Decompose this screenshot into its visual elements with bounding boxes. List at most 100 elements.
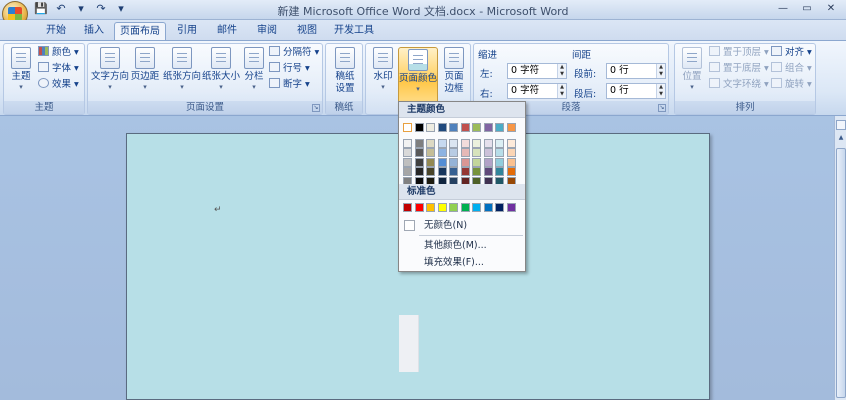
standard-color-swatch[interactable]: [414, 203, 424, 212]
tab-mailings[interactable]: 邮件: [210, 22, 244, 40]
theme-color-swatch[interactable]: [414, 138, 424, 148]
send-to-back-button[interactable]: 置于底层 ▾: [709, 62, 769, 76]
line-numbers-button[interactable]: 行号 ▾: [269, 62, 310, 76]
theme-color-swatch[interactable]: [506, 138, 516, 148]
indent-left-input[interactable]: 0 字符 ▲ ▼: [507, 63, 567, 79]
theme-color-swatch[interactable]: [483, 167, 493, 176]
theme-color-swatch[interactable]: [403, 138, 412, 148]
theme-fonts-button[interactable]: 字体 ▾: [38, 62, 79, 76]
tab-home[interactable]: 开始: [38, 22, 74, 40]
vertical-scrollbar[interactable]: ▲: [834, 116, 846, 400]
standard-color-swatch[interactable]: [403, 203, 412, 212]
themes-button[interactable]: 主题 ▾: [7, 47, 35, 91]
theme-color-swatch[interactable]: [449, 138, 458, 148]
page-color-button[interactable]: 页面颜色 ▾: [398, 47, 438, 105]
theme-color-swatch[interactable]: [483, 148, 493, 157]
theme-color-swatch[interactable]: [414, 123, 424, 132]
theme-color-swatch[interactable]: [483, 138, 493, 148]
theme-color-swatch[interactable]: [414, 167, 424, 176]
text-direction-button[interactable]: 文字方向 ▾: [90, 47, 130, 91]
theme-color-swatch[interactable]: [414, 157, 424, 167]
theme-color-swatch[interactable]: [472, 148, 481, 157]
tab-references[interactable]: 引用: [170, 22, 204, 40]
standard-color-swatch[interactable]: [506, 203, 516, 212]
theme-color-swatch[interactable]: [460, 123, 470, 132]
paragraph-launcher-icon[interactable]: ↘: [658, 104, 666, 112]
more-colors-item[interactable]: 其他颜色(M)...: [400, 237, 524, 254]
theme-color-swatch[interactable]: [414, 148, 424, 157]
theme-color-swatch[interactable]: [495, 138, 504, 148]
theme-color-swatch[interactable]: [495, 123, 504, 132]
spinner-arrows-icon[interactable]: ▲ ▼: [656, 64, 665, 78]
theme-color-swatch[interactable]: [460, 148, 470, 157]
paper-size-button[interactable]: 纸张大小 ▾: [201, 47, 241, 91]
standard-color-swatch[interactable]: [449, 203, 458, 212]
theme-color-swatch[interactable]: [449, 148, 458, 157]
theme-color-swatch[interactable]: [437, 157, 447, 167]
theme-color-swatch[interactable]: [426, 123, 435, 132]
theme-color-swatch[interactable]: [403, 167, 412, 176]
tab-review[interactable]: 审阅: [250, 22, 284, 40]
theme-color-swatch[interactable]: [460, 138, 470, 148]
theme-color-swatch[interactable]: [403, 123, 412, 132]
spacing-after-input[interactable]: 0 行 ▲ ▼: [606, 83, 666, 99]
theme-color-swatch[interactable]: [495, 148, 504, 157]
ruler-toggle-icon[interactable]: [836, 120, 846, 130]
orientation-button[interactable]: 纸张方向 ▾: [162, 47, 202, 91]
close-button[interactable]: ✕: [820, 1, 842, 17]
theme-color-swatch[interactable]: [460, 167, 470, 176]
watermark-button[interactable]: 水印 ▾: [370, 47, 396, 91]
theme-color-swatch[interactable]: [449, 157, 458, 167]
bring-to-front-button[interactable]: 置于顶层 ▾: [709, 46, 769, 60]
margins-button[interactable]: 页边距 ▾: [130, 47, 160, 91]
theme-color-swatch[interactable]: [483, 123, 493, 132]
maximize-button[interactable]: ▭: [796, 1, 818, 17]
page-borders-button[interactable]: 页面 边框: [440, 47, 468, 95]
page-setup-launcher-icon[interactable]: ↘: [312, 104, 320, 112]
theme-color-swatch[interactable]: [426, 138, 435, 148]
standard-color-swatch[interactable]: [483, 203, 493, 212]
scroll-up-icon[interactable]: ▲: [836, 134, 846, 146]
theme-color-swatch[interactable]: [506, 157, 516, 167]
tab-page-layout[interactable]: 页面布局: [114, 22, 166, 40]
theme-color-swatch[interactable]: [437, 167, 447, 176]
theme-color-swatch[interactable]: [426, 157, 435, 167]
columns-button[interactable]: 分栏 ▾: [241, 47, 267, 91]
theme-color-swatch[interactable]: [483, 157, 493, 167]
no-color-item[interactable]: 无颜色(N): [400, 217, 524, 234]
theme-color-swatch[interactable]: [506, 123, 516, 132]
theme-color-swatch[interactable]: [495, 157, 504, 167]
theme-color-swatch[interactable]: [437, 123, 447, 132]
text-wrap-button[interactable]: 文字环绕 ▾: [709, 78, 769, 92]
theme-color-swatch[interactable]: [472, 167, 481, 176]
rotate-button[interactable]: 旋转 ▾: [771, 78, 812, 92]
breaks-button[interactable]: 分隔符 ▾: [269, 46, 319, 60]
theme-color-swatch[interactable]: [426, 148, 435, 157]
spinner-arrows-icon[interactable]: ▲ ▼: [557, 64, 566, 78]
scroll-thumb[interactable]: [836, 148, 846, 398]
theme-color-swatch[interactable]: [506, 167, 516, 176]
theme-color-swatch[interactable]: [495, 167, 504, 176]
position-button[interactable]: 位置 ▾: [678, 47, 706, 91]
theme-color-swatch[interactable]: [403, 148, 412, 157]
theme-color-swatch[interactable]: [472, 123, 481, 132]
tab-developer[interactable]: 开发工具: [330, 22, 378, 40]
tab-insert[interactable]: 插入: [76, 22, 112, 40]
indent-right-input[interactable]: 0 字符 ▲ ▼: [507, 83, 567, 99]
minimize-button[interactable]: —: [772, 1, 794, 17]
theme-color-swatch[interactable]: [437, 148, 447, 157]
theme-color-swatch[interactable]: [472, 138, 481, 148]
theme-color-swatch[interactable]: [426, 167, 435, 176]
theme-color-swatch[interactable]: [506, 148, 516, 157]
tab-view[interactable]: 视图: [290, 22, 324, 40]
align-button[interactable]: 对齐 ▾: [771, 46, 812, 60]
theme-color-swatch[interactable]: [449, 123, 458, 132]
spacing-before-input[interactable]: 0 行 ▲ ▼: [606, 63, 666, 79]
hyphenation-button[interactable]: 断字 ▾: [269, 78, 310, 92]
standard-color-swatch[interactable]: [426, 203, 435, 212]
standard-color-swatch[interactable]: [437, 203, 447, 212]
theme-colors-button[interactable]: 颜色 ▾: [38, 46, 79, 60]
fill-effects-item[interactable]: 填充效果(F)...: [400, 254, 524, 271]
theme-color-swatch[interactable]: [403, 157, 412, 167]
spinner-arrows-icon[interactable]: ▲ ▼: [557, 84, 566, 98]
